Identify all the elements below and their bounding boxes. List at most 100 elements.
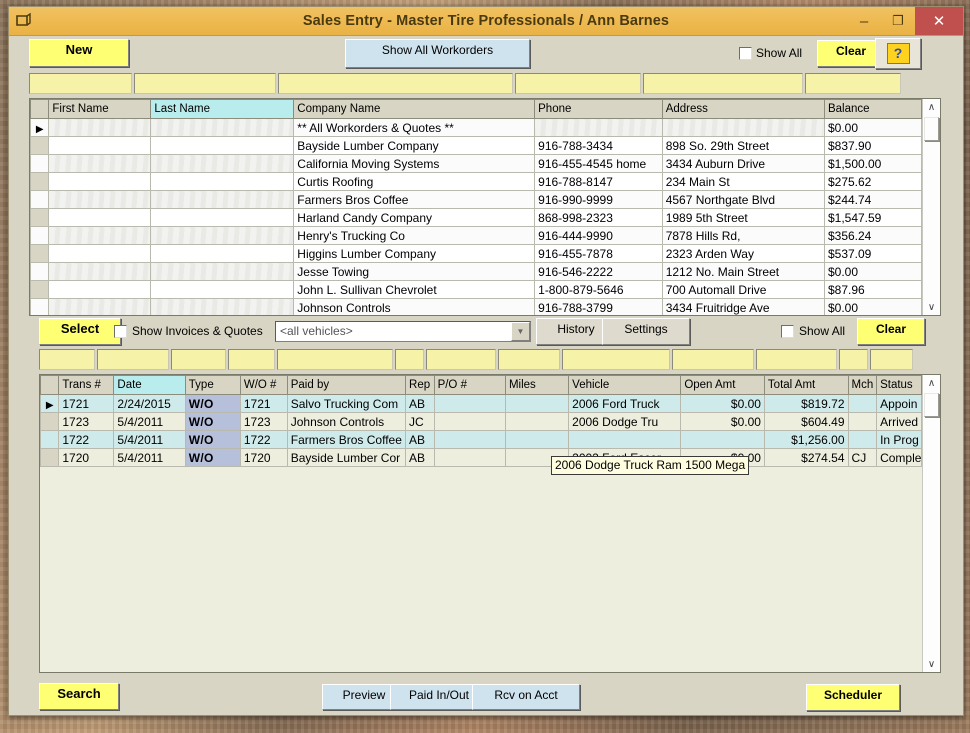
cell-phone[interactable]: 1-800-879-5646 [535,281,663,299]
row-selector-cell[interactable] [41,449,59,467]
filter-input-miles[interactable] [498,349,560,370]
table-row[interactable]: California Moving Systems916-455-4545 ho… [31,155,922,173]
cell-first-name[interactable] [49,299,151,316]
filter-input-company-name[interactable] [278,73,514,94]
scroll-down-icon[interactable]: ∨ [923,656,940,672]
cell-company-name[interactable]: Harland Candy Company [294,209,535,227]
customer-grid-scrollbar[interactable]: ∧ ∨ [922,99,940,315]
customer-grid[interactable]: First Name Last Name Company Name Phone … [29,98,941,316]
cell-date[interactable]: 5/4/2011 [114,431,185,449]
cell-company-name[interactable]: ** All Workorders & Quotes ** [294,119,535,137]
cell-paid-by[interactable]: Johnson Controls [287,413,405,431]
cell-first-name[interactable] [49,119,151,137]
cell-phone[interactable]: 916-455-7878 [535,245,663,263]
cell-wo[interactable]: 1723 [240,413,287,431]
cell-balance[interactable]: $1,547.59 [824,209,921,227]
cell-open-amt[interactable]: $0.00 [681,395,765,413]
cell-first-name[interactable] [49,281,151,299]
cell-vehicle[interactable]: 2006 Dodge Tru [569,413,681,431]
row-selector-cell[interactable] [31,245,49,263]
row-selector-cell[interactable] [41,413,59,431]
cell-rep[interactable]: AB [406,431,435,449]
row-selector-cell[interactable] [31,263,49,281]
table-row[interactable]: Bayside Lumber Company916-788-3434898 So… [31,137,922,155]
cell-rep[interactable]: AB [406,449,435,467]
column-header-last-name[interactable]: Last Name [151,100,294,119]
cell-paid-by[interactable]: Salvo Trucking Com [287,395,405,413]
chevron-down-icon[interactable]: ▼ [511,322,530,341]
cell-company-name[interactable]: John L. Sullivan Chevrolet [294,281,535,299]
column-header-first-name[interactable]: First Name [49,100,151,119]
scroll-down-icon[interactable]: ∨ [923,299,940,315]
table-row[interactable]: Johnson Controls916-788-37993434 Fruitri… [31,299,922,316]
cell-status[interactable]: Arrived [877,413,922,431]
column-header-wo[interactable]: W/O # [240,376,287,395]
cell-last-name[interactable] [151,155,294,173]
cell-phone[interactable]: 916-788-8147 [535,173,663,191]
cell-balance[interactable]: $275.62 [824,173,921,191]
filter-input-status[interactable] [870,349,913,370]
cell-address[interactable]: 234 Main St [662,173,824,191]
table-row[interactable]: Curtis Roofing916-788-8147234 Main St$27… [31,173,922,191]
cell-po[interactable] [434,449,505,467]
vehicle-filter-select[interactable]: <all vehicles> ▼ [275,321,531,342]
column-header-company-name[interactable]: Company Name [294,100,535,119]
cell-phone[interactable] [535,119,663,137]
cell-balance[interactable]: $1,500.00 [824,155,921,173]
transaction-grid-scrollbar[interactable]: ∧ ∨ [922,375,940,672]
cell-mch[interactable] [848,413,877,431]
table-row[interactable]: Jesse Towing916-546-22221212 No. Main St… [31,263,922,281]
table-row[interactable]: Farmers Bros Coffee916-990-99994567 Nort… [31,191,922,209]
cell-mch[interactable]: CJ [848,449,877,467]
column-header-phone[interactable]: Phone [535,100,663,119]
table-row[interactable]: Henry's Trucking Co916-444-99907878 Hill… [31,227,922,245]
transaction-scroll-thumb[interactable] [924,393,939,417]
filter-input-first-name[interactable] [29,73,132,94]
cell-last-name[interactable] [151,191,294,209]
cell-mch[interactable] [848,431,877,449]
cell-total-amt[interactable]: $1,256.00 [764,431,848,449]
row-selector-cell[interactable] [31,155,49,173]
filter-input-total-amt[interactable] [756,349,837,370]
cell-first-name[interactable] [49,263,151,281]
cell-phone[interactable]: 916-546-2222 [535,263,663,281]
cell-phone[interactable]: 916-788-3434 [535,137,663,155]
scheduler-button[interactable]: Scheduler [806,684,900,711]
cell-type[interactable]: W/O [185,431,240,449]
settings-button[interactable]: Settings [602,318,690,345]
filter-input-rep[interactable] [395,349,424,370]
scroll-up-icon[interactable]: ∧ [923,375,940,391]
cell-open-amt[interactable]: $0.00 [681,413,765,431]
cell-company-name[interactable]: California Moving Systems [294,155,535,173]
row-selector-cell[interactable] [31,281,49,299]
cell-po[interactable] [434,431,505,449]
row-selector-cell[interactable] [31,299,49,316]
filter-input-phone[interactable] [515,73,641,94]
cell-company-name[interactable]: Henry's Trucking Co [294,227,535,245]
filter-input-paid-by[interactable] [277,349,393,370]
filter-input-open-amt[interactable] [672,349,753,370]
row-selector-cell[interactable]: ▶ [31,119,49,137]
table-row[interactable]: Higgins Lumber Company916-455-78782323 A… [31,245,922,263]
column-header-miles[interactable]: Miles [505,376,568,395]
cell-company-name[interactable]: Johnson Controls [294,299,535,316]
select-button[interactable]: Select [39,318,121,345]
table-row[interactable]: ▶** All Workorders & Quotes **$0.00 [31,119,922,137]
cell-company-name[interactable]: Higgins Lumber Company [294,245,535,263]
show-invoices-quotes-checkbox[interactable]: Show Invoices & Quotes [114,324,263,338]
cell-phone[interactable]: 868-998-2323 [535,209,663,227]
show-all-checkbox-mid[interactable]: Show All [781,324,845,338]
customer-scroll-thumb[interactable] [924,117,939,141]
cell-address[interactable]: 2323 Arden Way [662,245,824,263]
maximize-icon[interactable]: ❐ [881,7,915,35]
cell-balance[interactable]: $0.00 [824,263,921,281]
cell-trans[interactable]: 1721 [59,395,114,413]
cell-wo[interactable]: 1722 [240,431,287,449]
cell-total-amt[interactable]: $604.49 [764,413,848,431]
cell-type[interactable]: W/O [185,413,240,431]
cell-wo[interactable]: 1721 [240,395,287,413]
column-header-balance[interactable]: Balance [824,100,921,119]
cell-paid-by[interactable]: Bayside Lumber Cor [287,449,405,467]
cell-phone[interactable]: 916-444-9990 [535,227,663,245]
cell-wo[interactable]: 1720 [240,449,287,467]
